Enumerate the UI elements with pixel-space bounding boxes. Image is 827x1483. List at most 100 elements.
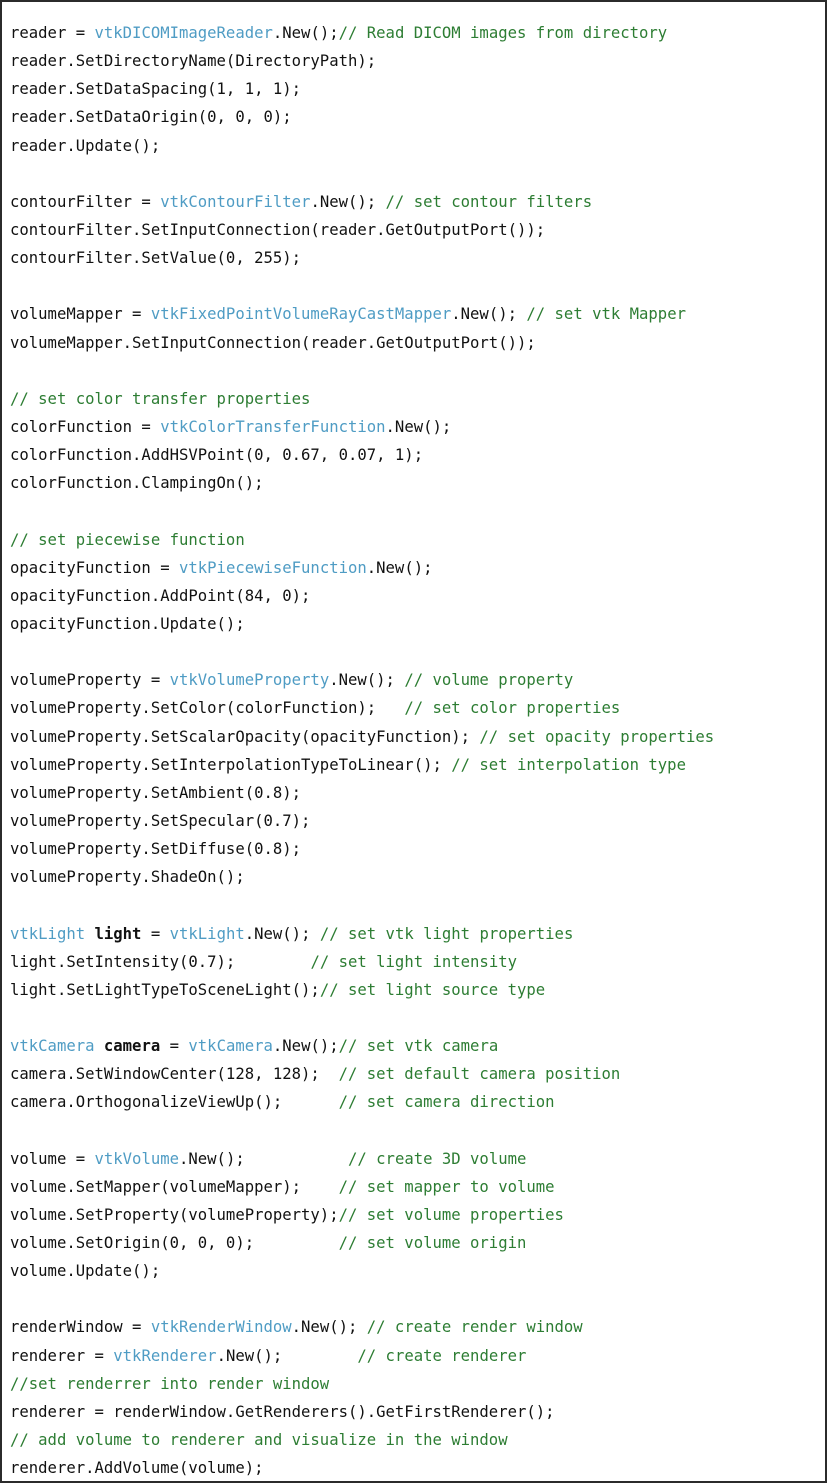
code-token-plain: reader.SetDataSpacing(1, 1, 1); (10, 80, 302, 99)
code-token-plain: .New(); (216, 1346, 358, 1365)
code-token-comment: // create renderer (357, 1346, 527, 1365)
code-token-comment: // set vtk light properties (319, 924, 574, 943)
code-token-comment: // volume property (404, 671, 574, 690)
code-token-comment: // set volume origin (338, 1234, 527, 1253)
code-token-plain: .New(); (272, 1037, 339, 1056)
code-token-plain: camera.SetWindowCenter(128, 128); (10, 1065, 339, 1084)
code-token-plain: reader = (10, 24, 95, 42)
code-token-plain: colorFunction.AddHSVPoint(0, 0.67, 0.07,… (10, 446, 424, 465)
code-line: light.SetIntensity(0.7); // set light in… (10, 948, 825, 976)
code-line: reader.Update(); (10, 132, 825, 160)
code-token-plain: volume.SetProperty(volumeProperty); (10, 1205, 339, 1224)
code-line: reader.SetDataOrigin(0, 0, 0); (10, 103, 825, 131)
code-token-plain: .New(); (272, 24, 339, 42)
code-token-comment: // set color properties (404, 699, 621, 718)
code-token-type: vtkCamera (188, 1037, 273, 1056)
code-line: colorFunction.AddHSVPoint(0, 0.67, 0.07,… (10, 441, 825, 469)
code-token-plain: .New(); (451, 305, 527, 324)
code-token-comment: // set contour filters (385, 192, 593, 211)
code-line: volumeProperty.SetAmbient(0.8); (10, 779, 825, 807)
code-token-plain: reader.Update(); (10, 136, 161, 155)
code-token-comment: // set volume properties (338, 1205, 564, 1224)
code-line: volume.Update(); (10, 1257, 825, 1285)
code-token-comment: // set piecewise function (10, 530, 245, 549)
code-line: volume = vtkVolume.New(); // create 3D v… (10, 1145, 825, 1173)
code-token-comment: // set interpolation type (451, 755, 686, 774)
code-token-plain: volumeProperty.SetAmbient(0.8); (10, 783, 302, 802)
code-line: contourFilter = vtkContourFilter.New(); … (10, 188, 825, 216)
code-token-comment: //set renderrer into render window (10, 1374, 330, 1393)
code-line: volume.SetProperty(volumeProperty);// se… (10, 1201, 825, 1229)
code-line: reader = vtkDICOMImageReader.New();// Re… (10, 19, 825, 47)
code-token-type: vtkPiecewiseFunction (179, 558, 367, 577)
code-line: volumeProperty.SetScalarOpacity(opacityF… (10, 723, 825, 751)
code-token-type: vtkFixedPointVolumeRayCastMapper (150, 305, 452, 324)
code-token-type: vtkVolumeProperty (169, 671, 330, 690)
code-token-plain: .New(); (366, 558, 433, 577)
code-listing[interactable]: reader = vtkDICOMImageReader.New();// Re… (2, 15, 825, 1481)
code-token-plain: volumeProperty = (10, 671, 170, 690)
code-line: renderer = renderWindow.GetRenderers().G… (10, 1398, 825, 1426)
code-token-plain: renderer = (10, 1346, 114, 1365)
code-line: volume.SetMapper(volumeMapper); // set m… (10, 1173, 825, 1201)
code-line: opacityFunction.AddPoint(84, 0); (10, 582, 825, 610)
code-token-plain: renderWindow = (10, 1318, 151, 1337)
code-token-plain: .New(); (179, 1149, 348, 1168)
code-line: renderWindow = vtkRenderWindow.New(); //… (10, 1313, 825, 1341)
code-token-plain: .New(); (385, 417, 452, 436)
code-token-var: camera (103, 1037, 161, 1056)
code-token-plain: volume.SetMapper(volumeMapper); (10, 1177, 339, 1196)
code-token-plain: volumeProperty.ShadeOn(); (10, 868, 245, 887)
code-line: contourFilter.SetValue(0, 255); (10, 244, 825, 272)
code-token-plain: volumeProperty.SetInterpolationTypeToLin… (10, 755, 452, 774)
code-line: volumeProperty.SetColor(colorFunction); … (10, 694, 825, 722)
code-token-plain: .New(); (310, 192, 386, 211)
code-token-comment: // set vtk camera (338, 1037, 499, 1056)
code-line: volumeProperty.SetDiffuse(0.8); (10, 835, 825, 863)
code-token-plain: camera.OrthogonalizeViewUp(); (10, 1093, 339, 1112)
code-token-plain: light.SetLightTypeToSceneLight(); (10, 980, 320, 999)
code-line: opacityFunction = vtkPiecewiseFunction.N… (10, 554, 825, 582)
code-token-plain: renderer = renderWindow.GetRenderers().G… (10, 1402, 555, 1421)
code-token-plain: volumeProperty.SetColor(colorFunction); (10, 699, 405, 718)
code-token-comment: // create render window (366, 1318, 583, 1337)
code-token-plain: opacityFunction.AddPoint(84, 0); (10, 586, 311, 605)
code-token-plain: colorFunction.ClampingOn(); (10, 474, 264, 493)
code-token-plain: volume.SetOrigin(0, 0, 0); (10, 1234, 339, 1253)
code-line: colorFunction.ClampingOn(); (10, 469, 825, 497)
code-token-comment: // set default camera position (338, 1065, 621, 1084)
code-token-plain: volumeProperty.SetSpecular(0.7); (10, 811, 311, 830)
code-token-comment: // set light intensity (310, 952, 517, 971)
code-token-comment: // create 3D volume (348, 1149, 527, 1168)
code-line: volumeMapper = vtkFixedPointVolumeRayCas… (10, 300, 825, 328)
code-line: camera.SetWindowCenter(128, 128); // set… (10, 1060, 825, 1088)
code-token-comment: // set vtk Mapper (526, 305, 686, 324)
code-token-type: vtkLight (10, 924, 86, 943)
code-token-type: vtkDICOMImageReader (94, 24, 273, 42)
code-line: renderer.AddVolume(volume); (10, 1454, 825, 1481)
code-line: light.SetLightTypeToSceneLight();// set … (10, 976, 825, 1004)
code-line: // set piecewise function (10, 526, 825, 554)
code-figure: reader = vtkDICOMImageReader.New();// Re… (0, 0, 827, 1483)
code-token-plain: .New(); (244, 924, 320, 943)
code-token-plain: opacityFunction = (10, 558, 179, 577)
code-line: // add volume to renderer and visualize … (10, 1426, 825, 1454)
code-line: reader.SetDirectoryName(DirectoryPath); (10, 47, 825, 75)
code-line: contourFilter.SetInputConnection(reader.… (10, 216, 825, 244)
code-line: //set renderrer into render window (10, 1370, 825, 1398)
code-token-type: vtkVolume (94, 1149, 180, 1168)
code-token-plain: volumeMapper = (10, 305, 151, 324)
code-token-plain: = (141, 924, 170, 943)
code-token-plain: volumeProperty.SetDiffuse(0.8); (10, 840, 302, 859)
code-token-plain: volumeProperty.SetScalarOpacity(opacityF… (10, 727, 480, 746)
code-token-type: vtkColorTransferFunction (160, 417, 386, 436)
code-token-plain: .New(); (291, 1318, 367, 1337)
code-token-type: vtkContourFilter (160, 192, 311, 211)
